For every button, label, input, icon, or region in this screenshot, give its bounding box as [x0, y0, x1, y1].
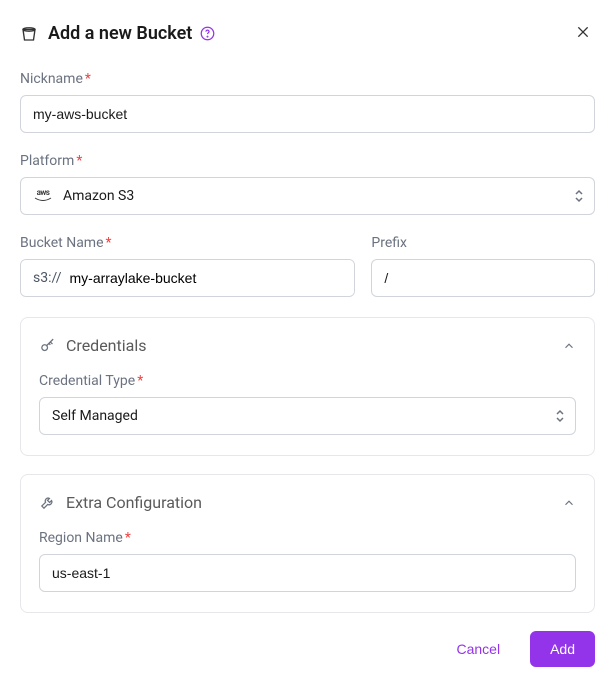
bucket-name-input-wrap: s3://	[20, 259, 355, 297]
chevron-up-icon	[562, 339, 576, 353]
dialog-footer: Cancel Add	[20, 631, 595, 667]
close-icon	[575, 24, 591, 43]
dialog-header: Add a new Bucket	[20, 20, 595, 47]
chevron-up-icon	[562, 496, 576, 510]
extra-config-title: Extra Configuration	[66, 493, 552, 512]
cancel-button[interactable]: Cancel	[436, 631, 520, 667]
platform-selected: Amazon S3	[63, 188, 134, 204]
region-input[interactable]	[39, 554, 576, 592]
dialog-title: Add a new Bucket	[48, 23, 571, 44]
region-label: Region Name*	[39, 530, 576, 546]
platform-label: Platform*	[20, 153, 595, 169]
key-icon	[39, 337, 56, 354]
nickname-label: Nickname*	[20, 71, 595, 87]
bucket-scheme: s3://	[21, 260, 70, 296]
add-button[interactable]: Add	[530, 631, 595, 667]
dialog-title-text: Add a new Bucket	[48, 23, 192, 44]
region-field: Region Name*	[39, 530, 576, 592]
bucket-name-input[interactable]	[70, 260, 355, 296]
credential-type-value: Self Managed	[52, 408, 138, 424]
bucket-name-label: Bucket Name*	[20, 235, 355, 251]
prefix-field: Prefix	[371, 235, 595, 297]
nickname-field: Nickname*	[20, 71, 595, 133]
nickname-input[interactable]	[20, 95, 595, 133]
credentials-title: Credentials	[66, 336, 552, 355]
aws-icon: aws	[33, 189, 53, 203]
close-button[interactable]	[571, 20, 595, 47]
extra-config-panel: Extra Configuration Region Name*	[20, 474, 595, 613]
credentials-panel-header[interactable]: Credentials	[39, 336, 576, 355]
wrench-icon	[39, 494, 56, 511]
extra-config-panel-header[interactable]: Extra Configuration	[39, 493, 576, 512]
prefix-label: Prefix	[371, 235, 595, 251]
bucket-icon	[20, 25, 38, 43]
prefix-input[interactable]	[371, 259, 595, 297]
platform-select[interactable]: aws Amazon S3	[20, 177, 595, 215]
credentials-panel: Credentials Credential Type* Self Manage…	[20, 317, 595, 456]
bucket-name-field: Bucket Name* s3://	[20, 235, 355, 297]
credential-type-select[interactable]: Self Managed	[39, 397, 576, 435]
help-icon[interactable]	[200, 26, 215, 41]
platform-field: Platform* aws Amazon S3	[20, 153, 595, 215]
credential-type-label: Credential Type*	[39, 373, 576, 389]
credential-type-field: Credential Type* Self Managed	[39, 373, 576, 435]
